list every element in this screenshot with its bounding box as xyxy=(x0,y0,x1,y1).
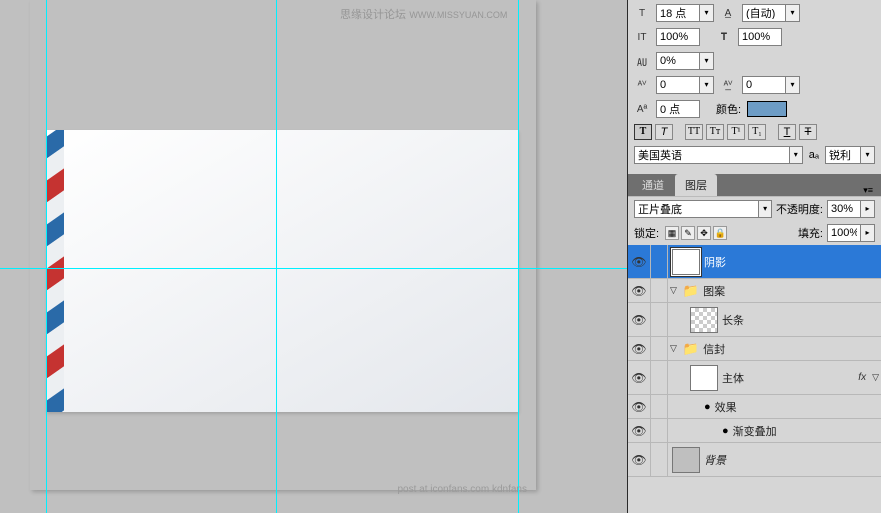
tracking-a-combo[interactable]: ▾ xyxy=(656,52,714,70)
baseline-combo[interactable] xyxy=(656,100,700,118)
layer-thumb[interactable] xyxy=(672,447,700,473)
guide-horizontal[interactable] xyxy=(0,268,627,269)
bullet-icon: ● xyxy=(704,401,711,413)
hscale-combo[interactable] xyxy=(738,28,782,46)
fx-badge[interactable]: fx xyxy=(858,372,866,383)
guide-vertical-right[interactable] xyxy=(518,0,519,513)
character-panel: ⁠T ▾ ⁠A̲ ▾ IT 𝐓 ㍳ ▾ ᴬⱽ ▾ ᴬ̲ⱽ ▾ Aª 颜色: xyxy=(627,0,881,174)
layer-thumb[interactable] xyxy=(690,365,718,391)
chevron-down-icon[interactable]: ▾ xyxy=(860,147,874,163)
smallcaps-button[interactable]: Tᴛ xyxy=(706,124,724,140)
lock-buttons: ▦ ✎ ✥ 🔒 xyxy=(665,226,727,240)
panel-menu-icon[interactable]: ▾≡ xyxy=(863,185,873,196)
layer-effects[interactable]: 👁 ● 效果 xyxy=(628,395,881,419)
opacity-combo[interactable]: ▸ xyxy=(827,200,875,218)
expand-icon[interactable]: ▽ xyxy=(670,285,677,296)
panel-tabs: 通道 图层 ▾≡ xyxy=(628,174,881,196)
canvas-area[interactable]: 思缘设计论坛 WWW.MISSYUAN.COM post at iconfans… xyxy=(0,0,627,513)
guide-vertical-left[interactable] xyxy=(46,0,47,513)
lock-transparent-button[interactable]: ▦ xyxy=(665,226,679,240)
visibility-icon[interactable]: 👁 xyxy=(628,453,650,467)
chevron-down-icon[interactable]: ▾ xyxy=(699,53,713,69)
strike-button[interactable]: T xyxy=(799,124,817,140)
layer-body[interactable]: 👁 主体 fx ▽ xyxy=(628,361,881,395)
chevron-down-icon[interactable]: ▾ xyxy=(789,147,802,163)
kerning-icon: ᴬⱽ xyxy=(634,78,650,92)
layer-tree: 👁 阴影 👁 ▽ 📁 图案 👁 长条 👁 ▽ 📁 信封 xyxy=(628,245,881,513)
chevron-down-icon[interactable]: ▾ xyxy=(699,5,713,21)
folder-icon: 📁 xyxy=(683,341,699,357)
chevron-down-icon[interactable]: ▾ xyxy=(785,77,799,93)
visibility-icon[interactable]: 👁 xyxy=(628,284,650,298)
footer-watermark: post at iconfans.com kdnfans xyxy=(397,484,527,495)
tracking-icon: ㍳ xyxy=(634,54,650,68)
superscript-button[interactable]: T¹ xyxy=(727,124,745,140)
layer-bar[interactable]: 👁 长条 xyxy=(628,303,881,337)
font-size-icon: ⁠T xyxy=(634,6,650,20)
visibility-icon[interactable]: 👁 xyxy=(628,424,650,438)
tracking-v-icon: ᴬ̲ⱽ xyxy=(720,78,736,92)
fill-combo[interactable]: ▸ xyxy=(827,224,875,242)
leading-combo[interactable]: ▾ xyxy=(742,4,800,22)
visibility-icon[interactable]: 👁 xyxy=(628,400,650,414)
language-combo[interactable]: ▾ xyxy=(634,146,803,164)
layer-thumb[interactable] xyxy=(690,307,718,333)
leading-icon: ⁠A̲ xyxy=(720,6,736,20)
fill-label: 填充: xyxy=(798,225,823,241)
subscript-button[interactable]: T₁ xyxy=(748,124,766,140)
chevron-down-icon[interactable]: ▾ xyxy=(758,201,771,217)
chevron-down-icon[interactable]: ▾ xyxy=(785,5,799,21)
bullet-icon: ● xyxy=(722,425,729,437)
kerning-combo[interactable]: ▾ xyxy=(656,76,714,94)
visibility-icon[interactable]: 👁 xyxy=(628,313,650,327)
layer-shadow[interactable]: 👁 阴影 xyxy=(628,245,881,279)
layer-group-pattern[interactable]: 👁 ▽ 📁 图案 xyxy=(628,279,881,303)
underline-button[interactable]: T xyxy=(778,124,796,140)
lock-pixels-button[interactable]: ✎ xyxy=(681,226,695,240)
lock-position-button[interactable]: ✥ xyxy=(697,226,711,240)
lock-all-button[interactable]: 🔒 xyxy=(713,226,727,240)
lock-label: 锁定: xyxy=(634,225,659,241)
chevron-down-icon[interactable]: ▾ xyxy=(699,77,713,93)
antialias-combo[interactable]: ▾ xyxy=(825,146,875,164)
italic-button[interactable]: T xyxy=(655,124,673,140)
layers-panel: 通道 图层 ▾≡ ▾ 不透明度: ▸ 锁定: ▦ ✎ ✥ 🔒 填充: ▸ 👁 xyxy=(627,174,881,513)
vscale-icon: IT xyxy=(634,30,650,44)
bold-button[interactable]: T xyxy=(634,124,652,140)
stripe-pattern xyxy=(46,130,64,412)
layer-group-envelope[interactable]: 👁 ▽ 📁 信封 xyxy=(628,337,881,361)
watermark: 思缘设计论坛 WWW.MISSYUAN.COM xyxy=(340,6,507,22)
allcaps-button[interactable]: TT xyxy=(685,124,703,140)
visibility-icon[interactable]: 👁 xyxy=(628,342,650,356)
tab-channels[interactable]: 通道 xyxy=(632,174,674,196)
fx-expand-icon[interactable]: ▽ xyxy=(872,372,879,383)
layer-background[interactable]: 👁 背景 xyxy=(628,443,881,477)
layer-gradient-overlay[interactable]: 👁 ● 渐变叠加 xyxy=(628,419,881,443)
baseline-icon: Aª xyxy=(634,102,650,116)
tracking-v-combo[interactable]: ▾ xyxy=(742,76,800,94)
chevron-down-icon[interactable]: ▸ xyxy=(860,225,874,241)
opacity-label: 不透明度: xyxy=(776,201,823,217)
visibility-icon[interactable]: 👁 xyxy=(628,255,650,269)
visibility-icon[interactable]: 👁 xyxy=(628,371,650,385)
layer-thumb[interactable] xyxy=(672,249,700,275)
color-label: 颜色: xyxy=(716,101,741,117)
color-swatch[interactable] xyxy=(747,101,787,117)
aa-prefix: aₐ xyxy=(809,149,819,161)
tab-layers[interactable]: 图层 xyxy=(675,174,717,196)
expand-icon[interactable]: ▽ xyxy=(670,343,677,354)
blend-mode-combo[interactable]: ▾ xyxy=(634,200,772,218)
envelope-body xyxy=(46,130,518,412)
right-panels: ⁠T ▾ ⁠A̲ ▾ IT 𝐓 ㍳ ▾ ᴬⱽ ▾ ᴬ̲ⱽ ▾ Aª 颜色: xyxy=(627,0,881,513)
hscale-icon: 𝐓 xyxy=(716,30,732,44)
folder-icon: 📁 xyxy=(683,283,699,299)
guide-vertical[interactable] xyxy=(276,0,277,513)
vscale-combo[interactable] xyxy=(656,28,700,46)
chevron-down-icon[interactable]: ▸ xyxy=(860,201,874,217)
font-size-combo[interactable]: ▾ xyxy=(656,4,714,22)
